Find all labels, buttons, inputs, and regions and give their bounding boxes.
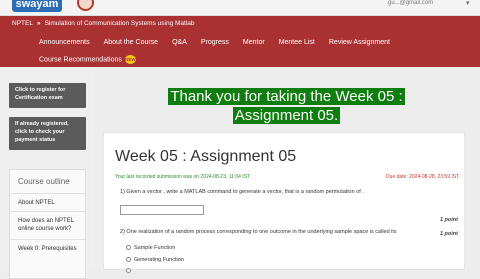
due-date-text: Due date: 2024-08-28, 23:59 IST. — [386, 174, 460, 180]
question-2-text: 2) One realization of a random process c… — [120, 229, 397, 235]
menu-review-assignment[interactable]: Review Assignment — [329, 39, 390, 46]
register-certification-button[interactable]: Click to register for Certification exam — [9, 83, 86, 108]
question-1-answer-input[interactable] — [120, 205, 204, 215]
top-header: swayam gu...@gmail.com ▾ — [0, 0, 480, 16]
menu-mentor[interactable]: Mentor — [243, 39, 265, 46]
banner-line-1: Thank you for taking the Week 05 : — [168, 88, 405, 105]
menu-course-recommendations-label: Course Recommendations — [39, 56, 122, 64]
swayam-logo[interactable]: swayam — [12, 0, 62, 12]
question-1-points: 1 point — [439, 217, 458, 223]
radio-button[interactable] — [126, 257, 131, 263]
sidebar: Click to register for Certification exam… — [0, 67, 95, 279]
menu-mentee-list[interactable]: Mentee List — [279, 39, 315, 46]
last-submission-text: Your last recorded submission was on 202… — [115, 174, 251, 180]
radio-button[interactable] — [126, 268, 131, 274]
banner-line-2: Assignment 05. — [232, 107, 341, 124]
menu-about-course[interactable]: About the Course — [104, 39, 158, 46]
course-navbar: NPTEL» Simulation of Communication System… — [0, 16, 480, 67]
chevron-down-icon[interactable]: ▾ — [466, 0, 470, 7]
assignment-title: Week 05 : Assignment 05 — [115, 148, 297, 165]
course-outline-title: Course outline — [18, 177, 70, 186]
option-label: Generating Function — [134, 257, 184, 263]
menu-course-recommendations[interactable]: Course Recommendations NEW — [39, 55, 136, 64]
course-menu: Announcements About the Course Q&A Progress… — [39, 39, 404, 46]
breadcrumb: NPTEL» Simulation of Communication System… — [12, 20, 195, 27]
submission-confirmation-banner: Thank you for taking the Week 05 : Assig… — [155, 87, 418, 125]
outline-item-week-0[interactable]: Week 0: Prerequisites — [10, 239, 85, 269]
payment-status-button[interactable]: If already registered, click to check yo… — [9, 117, 86, 150]
menu-qa[interactable]: Q&A — [172, 39, 187, 46]
outline-item-about-nptel[interactable]: About NPTEL — [10, 193, 85, 211]
institute-seal-icon — [77, 0, 94, 11]
question-2-option-2[interactable]: Generating Function — [126, 257, 184, 263]
menu-announcements[interactable]: Announcements — [39, 39, 90, 46]
submission-info: Your last recorded submission was on 202… — [115, 174, 460, 181]
outline-item-how-it-works[interactable]: How does an NPTEL online course work? — [10, 211, 85, 239]
assignment-panel: Week 05 : Assignment 05 Your last record… — [103, 132, 465, 274]
breadcrumb-separator: » — [36, 20, 41, 27]
breadcrumb-course[interactable]: Simulation of Communication Systems usin… — [45, 20, 195, 27]
option-label: Sample Function — [134, 245, 176, 251]
radio-button[interactable] — [126, 245, 131, 251]
user-email[interactable]: gu...@gmail.com — [388, 0, 433, 6]
menu-progress[interactable]: Progress — [201, 39, 229, 46]
course-outline-panel: Course outline About NPTEL How does an N… — [9, 169, 86, 279]
question-2-option-3[interactable] — [126, 268, 134, 274]
question-2-option-1[interactable]: Sample Function — [126, 245, 175, 251]
question-2-points: 1 point — [439, 231, 458, 237]
breadcrumb-root[interactable]: NPTEL — [12, 20, 33, 27]
new-badge: NEW — [124, 55, 136, 64]
question-1-text: 1) Given a vector , write a MATLAB comma… — [120, 189, 364, 195]
